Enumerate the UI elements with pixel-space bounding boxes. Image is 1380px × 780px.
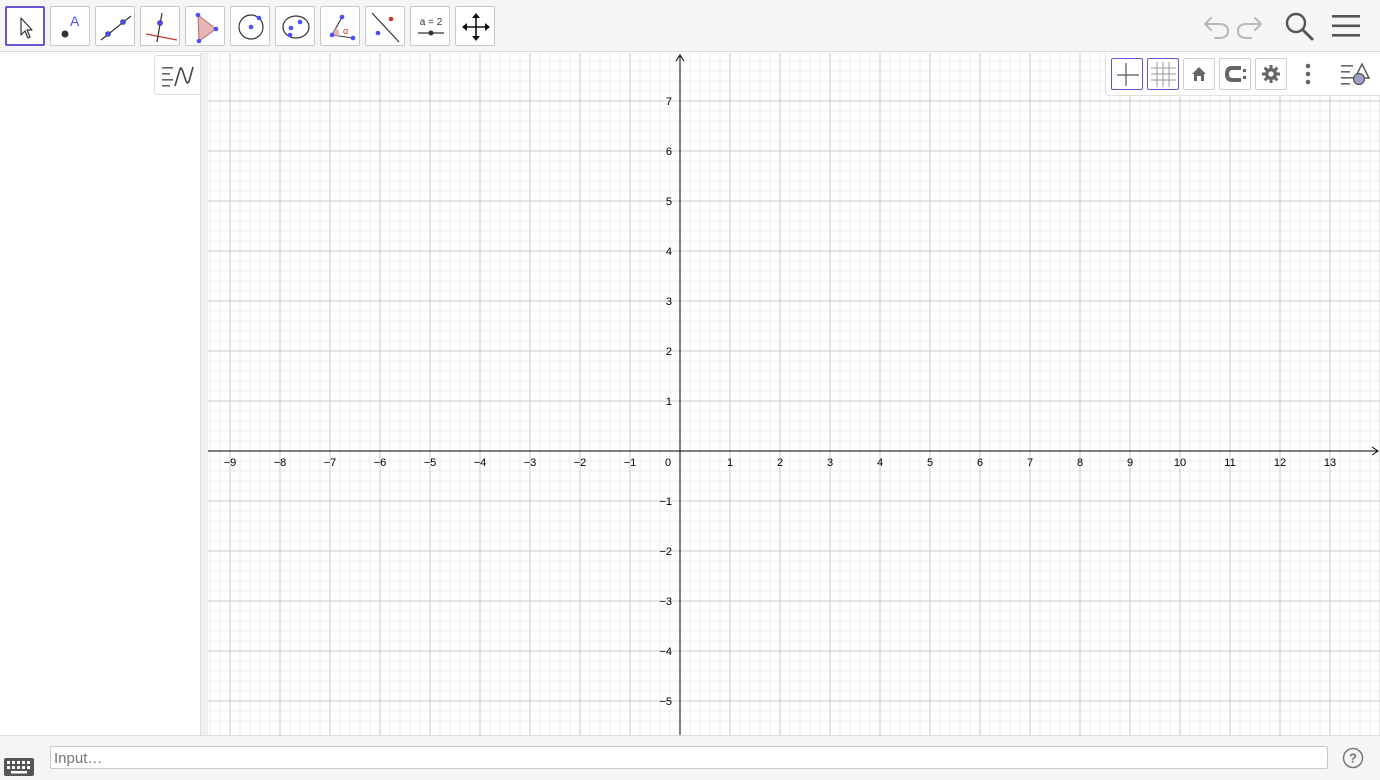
point-capturing-icon [1224,66,1246,82]
graphics-style-bar [1105,53,1380,96]
x-tick-label: 3 [827,457,833,469]
angle-icon: α [329,14,356,41]
y-tick-label: 7 [666,96,672,108]
x-tick-label: −7 [324,457,337,469]
y-tick-label: −2 [659,546,672,558]
x-tick-label: 7 [1027,457,1033,469]
point-icon: A [61,13,80,38]
x-tick-label: −9 [224,457,237,469]
x-tick-label: 5 [927,457,933,469]
x-tick-label: −3 [524,457,537,469]
slider-tool-button[interactable]: a = 2 [410,6,450,46]
graphics-settings-button[interactable] [1255,58,1287,90]
move-graphics-view-tool-button[interactable] [455,6,495,46]
circle-tool-button[interactable] [230,6,270,46]
move-view-icon [462,13,490,41]
angle-tool-label: α [343,26,348,36]
menu-icon[interactable] [1328,8,1364,44]
x-tick-label: 12 [1274,457,1286,469]
x-tick-label: −2 [574,457,587,469]
coordinate-grid: −9 −8 −7 −6 −5 −4 −3 −2 −1 0 1 2 3 4 5 6 7 8 9 10 11 12 137654… [208,53,1380,735]
home-icon [1192,67,1206,81]
redo-icon[interactable] [1233,8,1269,44]
x-tick-label: −5 [424,457,437,469]
y-tick-label: 1 [666,396,672,408]
point-capturing-button[interactable] [1219,58,1251,90]
svg-text:?: ? [1349,751,1357,766]
main-toolbar: A α a = 2 [0,0,1380,52]
x-tick-label: 1 [727,457,733,469]
algebra-view-toggle-button[interactable] [154,55,200,95]
circle-icon [238,14,264,40]
point-tool-button[interactable]: A [50,6,90,46]
x-tick-label: 6 [977,457,983,469]
slider-icon: a = 2 [418,17,444,36]
x-tick-label: 10 [1174,457,1186,469]
y-tick-label: 2 [666,346,672,358]
x-tick-label: 4 [877,457,883,469]
keyboard-icon[interactable] [3,757,35,777]
x-tick-label: 11 [1224,457,1235,469]
input-bar: ? [0,735,1380,780]
point-tool-label: A [70,13,80,29]
ellipse-tool-button[interactable] [275,6,315,46]
x-tick-label: 13 [1324,457,1336,469]
y-tick-label: −4 [659,646,672,658]
settings-icon [1262,65,1280,83]
y-tick-label: 4 [666,246,672,258]
input-field[interactable] [50,746,1328,769]
ellipse-icon [282,15,310,39]
x-tick-label: 8 [1077,457,1083,469]
move-tool-button[interactable] [5,6,45,46]
angle-tool-button[interactable]: α [320,6,360,46]
perpendicular-line-tool-button[interactable] [140,6,180,46]
y-tick-label: 6 [666,146,672,158]
polygon-tool-button[interactable] [185,6,225,46]
show-grid-button[interactable] [1147,58,1179,90]
x-tick-label: −1 [624,457,637,469]
show-axes-icon [1117,63,1139,86]
more-icon[interactable] [1293,58,1323,90]
graphics-view[interactable]: −9 −8 −7 −6 −5 −4 −3 −2 −1 0 1 2 3 4 5 6 7 8 9 10 11 12 13 7 6 5 4… [208,53,1380,735]
x-tick-label: 0 [665,457,671,469]
x-tick-label: 9 [1127,457,1133,469]
help-icon[interactable]: ? [1342,747,1364,769]
panel-splitter[interactable] [201,53,208,735]
search-icon[interactable] [1281,8,1317,44]
x-tick-label: 2 [777,457,783,469]
y-tick-label: 5 [666,196,672,208]
y-tick-label: −3 [659,596,672,608]
reflect-tool-button[interactable] [365,6,405,46]
y-tick-label: −5 [659,696,672,708]
y-tick-label: −1 [659,496,672,508]
algebra-view[interactable] [0,53,201,735]
x-tick-label: −6 [374,457,387,469]
line-tool-button[interactable] [95,6,135,46]
undo-icon[interactable] [1197,8,1233,44]
graphics-view-toggle-icon[interactable] [1337,58,1377,90]
algebra-view-toggle-icon [162,66,194,87]
x-tick-label: −4 [474,457,487,469]
perpendicular-line-icon [145,12,178,43]
reflect-icon [371,12,400,43]
y-tick-label: 3 [666,296,672,308]
show-axes-button[interactable] [1111,58,1143,90]
polygon-icon [195,12,219,44]
x-tick-label: −8 [274,457,287,469]
move-arrow-icon [20,17,33,39]
line-icon [100,15,132,41]
standard-view-button[interactable] [1183,58,1215,90]
slider-tool-label: a = 2 [420,17,443,28]
show-grid-icon [1151,62,1176,87]
